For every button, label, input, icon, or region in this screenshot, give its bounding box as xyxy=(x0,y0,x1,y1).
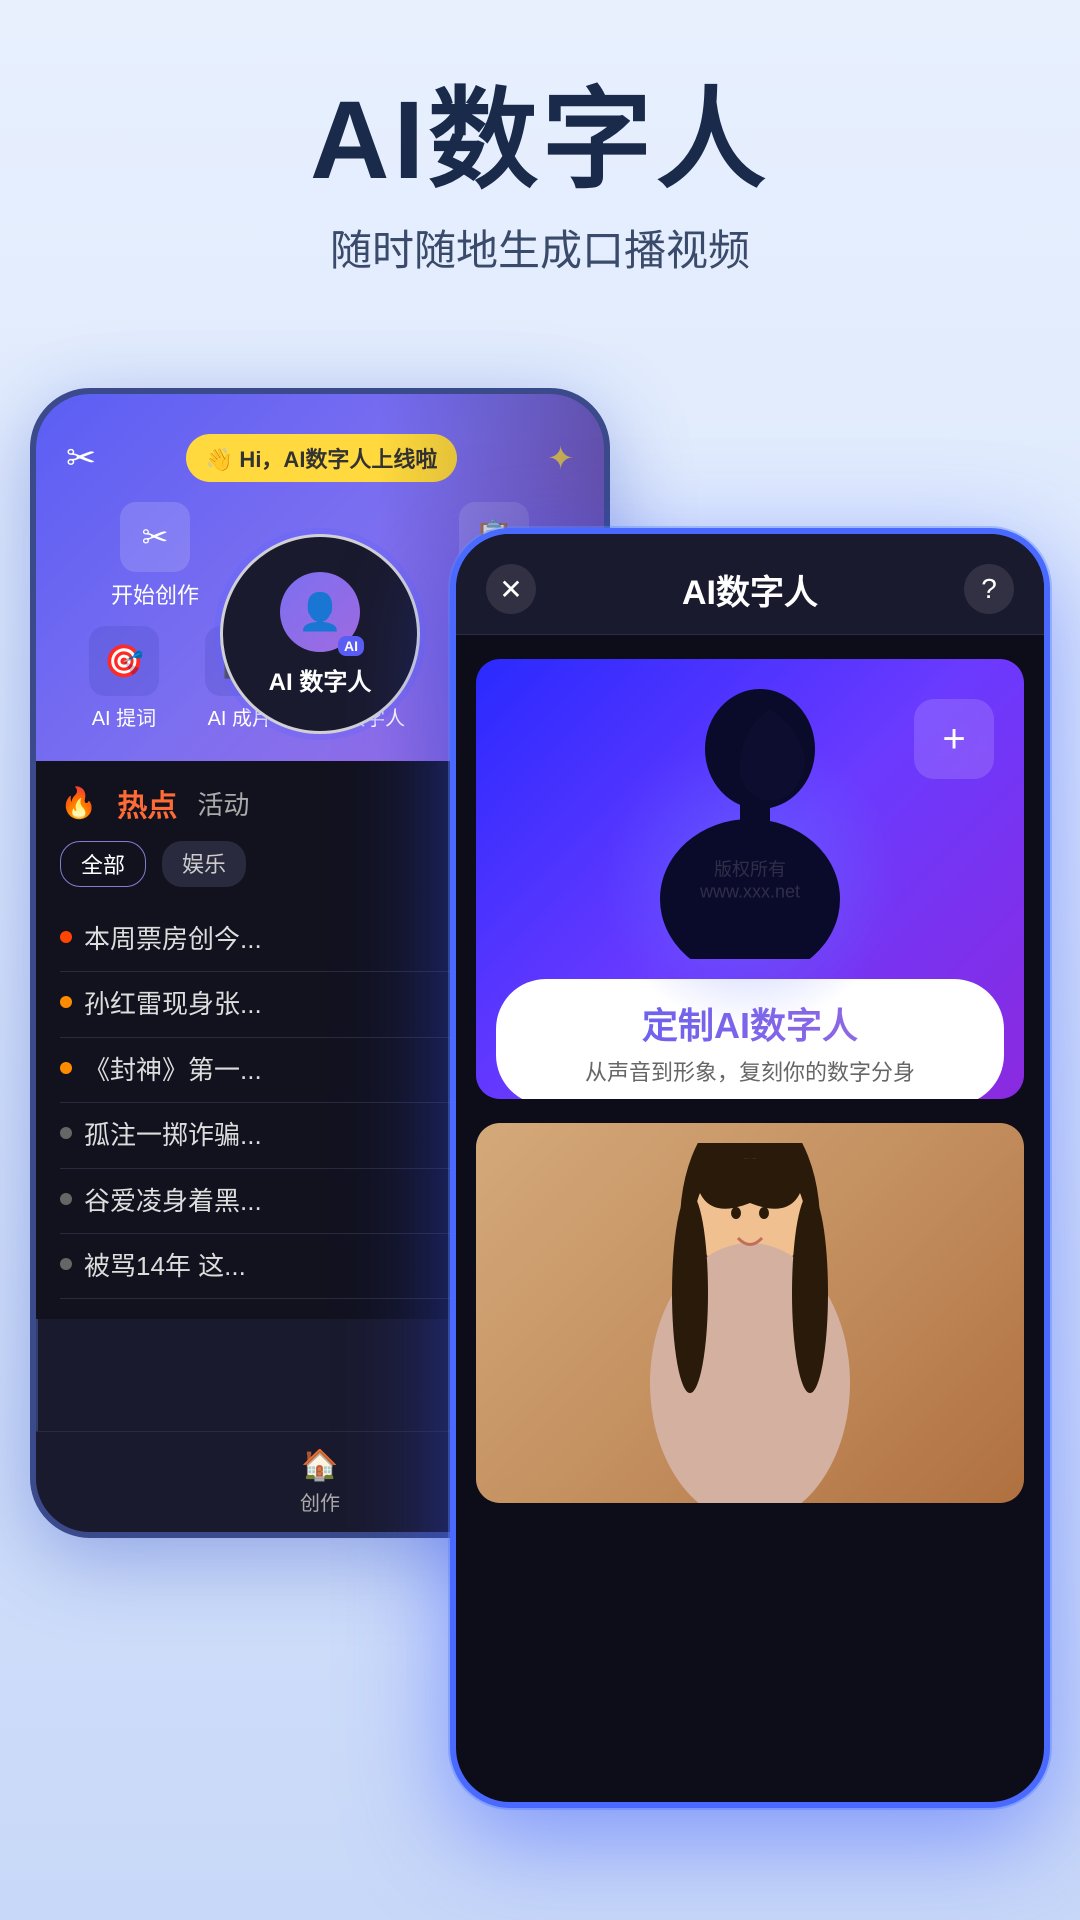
filter-entertainment[interactable]: 娱乐 xyxy=(162,841,246,887)
sub-title: 随时随地生成口播视频 xyxy=(0,217,1080,278)
front-header: ✕ AI数字人 ? xyxy=(456,534,1044,635)
filter-all[interactable]: 全部 xyxy=(60,841,146,887)
custom-btn-sub: 从声音到形象，复刻你的数字分身 xyxy=(514,1055,986,1087)
news-text-2: 孙红雷现身张... xyxy=(84,986,262,1022)
header-section: AI数字人 随时随地生成口播视频 xyxy=(0,0,1080,318)
back-header-row: ✂ 👋 Hi，AI数字人上线啦 ✦ xyxy=(66,434,574,482)
activity-tab[interactable]: 活动 xyxy=(197,785,249,822)
phones-container: ✂ 👋 Hi，AI数字人上线啦 ✦ ✂ 开始创作 📋 草稿箱 � xyxy=(0,328,1080,1828)
front-phone: ✕ AI数字人 ? xyxy=(450,528,1050,1808)
news-dot-1 xyxy=(60,931,72,943)
news-dot-6 xyxy=(60,1258,72,1270)
news-dot-4 xyxy=(60,1127,72,1139)
main-title: AI数字人 xyxy=(0,80,1080,201)
person-silhouette xyxy=(640,679,860,959)
scissors-icon: ✂ xyxy=(66,437,96,479)
ai-prompt-feature[interactable]: 🎯 AI 提词 xyxy=(89,626,159,731)
create-nav-item[interactable]: 🏠 创作 xyxy=(300,1448,340,1516)
news-text-1: 本周票房创今... xyxy=(84,921,262,957)
news-dot-2 xyxy=(60,996,72,1008)
ai-avatar-icon: 👤 AI xyxy=(280,572,360,652)
notification-bubble: 👋 Hi，AI数字人上线啦 xyxy=(186,434,458,482)
hot-label: 热点 xyxy=(117,781,177,825)
help-button[interactable]: ? xyxy=(964,564,1014,614)
hot-icon: 🔥 xyxy=(60,786,97,821)
home-icon: 🏠 xyxy=(301,1448,338,1483)
news-text-6: 被骂14年 这... xyxy=(84,1248,246,1284)
woman-figure-svg xyxy=(600,1143,900,1503)
start-create-nav[interactable]: ✂ 开始创作 xyxy=(111,502,199,610)
news-dot-3 xyxy=(60,1062,72,1074)
start-create-icon: ✂ xyxy=(120,502,190,572)
news-text-4: 孤注一掷诈骗... xyxy=(84,1117,262,1153)
digital-human-card: + 版权所有www.xxx.net 定制AI数字人 从声音到形象，复刻你的数字分… xyxy=(476,659,1024,1099)
news-text-3: 《封神》第一... xyxy=(84,1052,262,1088)
sparkle-icon: ✦ xyxy=(547,439,574,477)
close-button[interactable]: ✕ xyxy=(486,564,536,614)
silhouette-svg xyxy=(640,679,860,959)
news-dot-5 xyxy=(60,1193,72,1205)
ai-badge: AI xyxy=(338,636,364,656)
ai-float-circle[interactable]: 👤 AI AI 数字人 xyxy=(220,534,420,734)
news-text-5: 谷爱凌身着黑... xyxy=(84,1183,262,1219)
ai-prompt-icon: 🎯 xyxy=(89,626,159,696)
front-title: AI数字人 xyxy=(682,565,818,614)
plus-icon[interactable]: + xyxy=(914,699,994,779)
woman-card xyxy=(476,1123,1024,1503)
